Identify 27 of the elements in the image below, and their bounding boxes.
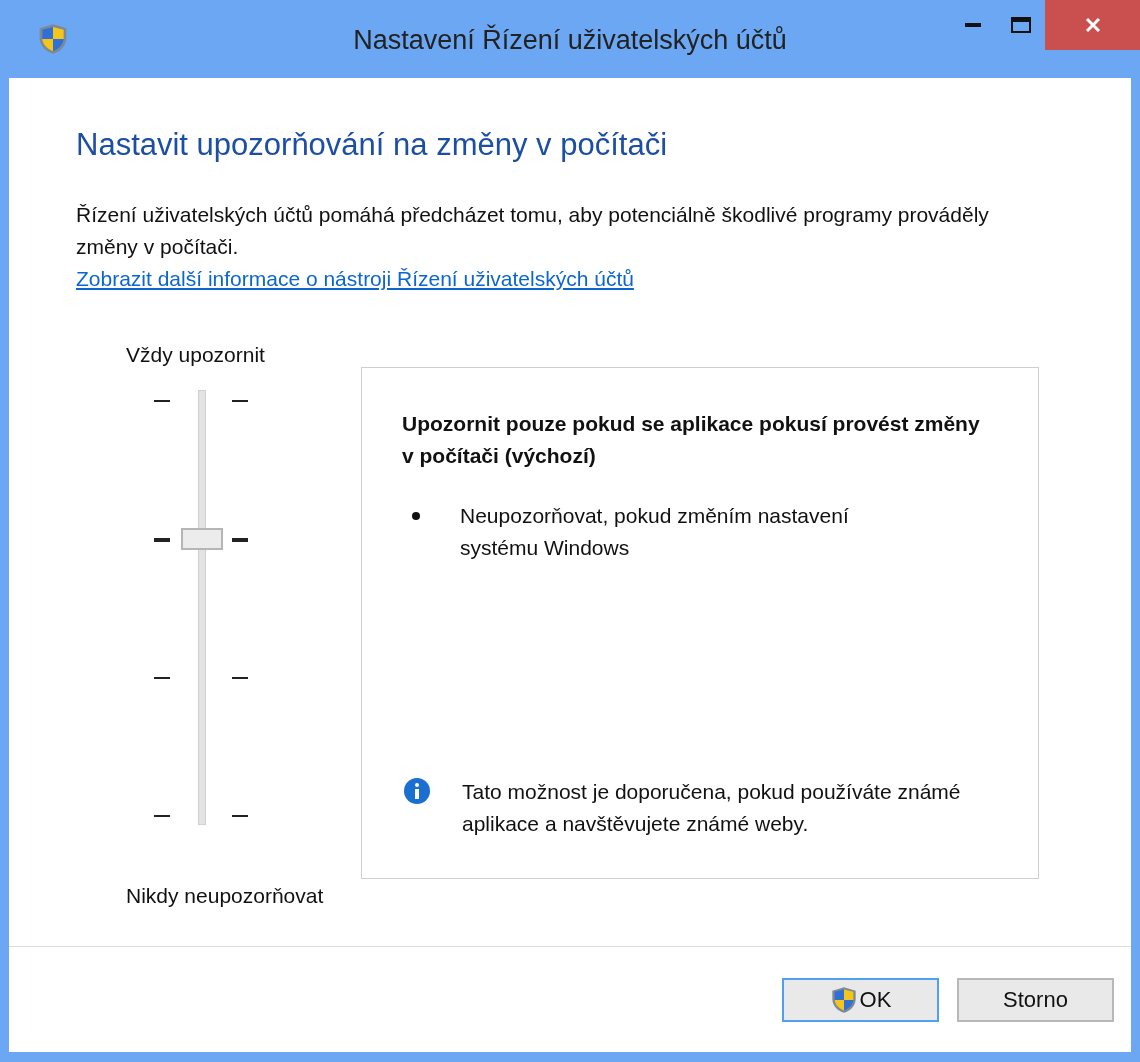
slider-top-label: Vždy upozornit (126, 341, 266, 368)
info-link[interactable]: Zobrazit další informace o nástroji Řízení uživatelských účtů (76, 262, 634, 295)
note-text: Tato možnost je doporučena, pokud používáte známé aplikace a navštěvujete známé weby. (462, 778, 962, 837)
description-title: Upozornit pouze pokud se aplikace pokusí provést změny v počítači (výchozí) (402, 410, 981, 469)
slider-thumb[interactable] (181, 528, 223, 551)
tick-mark (154, 538, 170, 543)
info-icon (404, 777, 430, 804)
ok-button[interactable]: OK (782, 977, 939, 1022)
cancel-button[interactable]: Storno (957, 977, 1114, 1022)
close-icon (1084, 17, 1101, 33)
tick-mark (154, 676, 170, 679)
bullet-icon (412, 511, 420, 520)
tick-mark (154, 815, 170, 817)
bullet-text: Neupozorňovat, pokud změním nastavení systému Windows (460, 502, 850, 561)
tick-mark (232, 676, 248, 679)
shield-icon (37, 23, 69, 55)
tick-mark (154, 400, 170, 402)
maximize-icon (1011, 17, 1031, 33)
shield-icon (829, 985, 858, 1014)
tick-mark (232, 815, 248, 817)
slider-bottom-label: Nikdy neupozorňovat (126, 883, 325, 909)
window-title: Nastavení Řízení uživatelských účtů (352, 23, 788, 57)
minimize-icon (965, 23, 981, 27)
intro-text: Řízení uživatelských účtů pomáhá předcházet tomu, aby potenciálně škodlivé programy prováděly změny v počítači. (76, 201, 990, 260)
tick-mark (232, 538, 248, 543)
page-heading: Nastavit upozorňování na změny v počítači (76, 126, 669, 164)
tick-mark (232, 400, 248, 402)
